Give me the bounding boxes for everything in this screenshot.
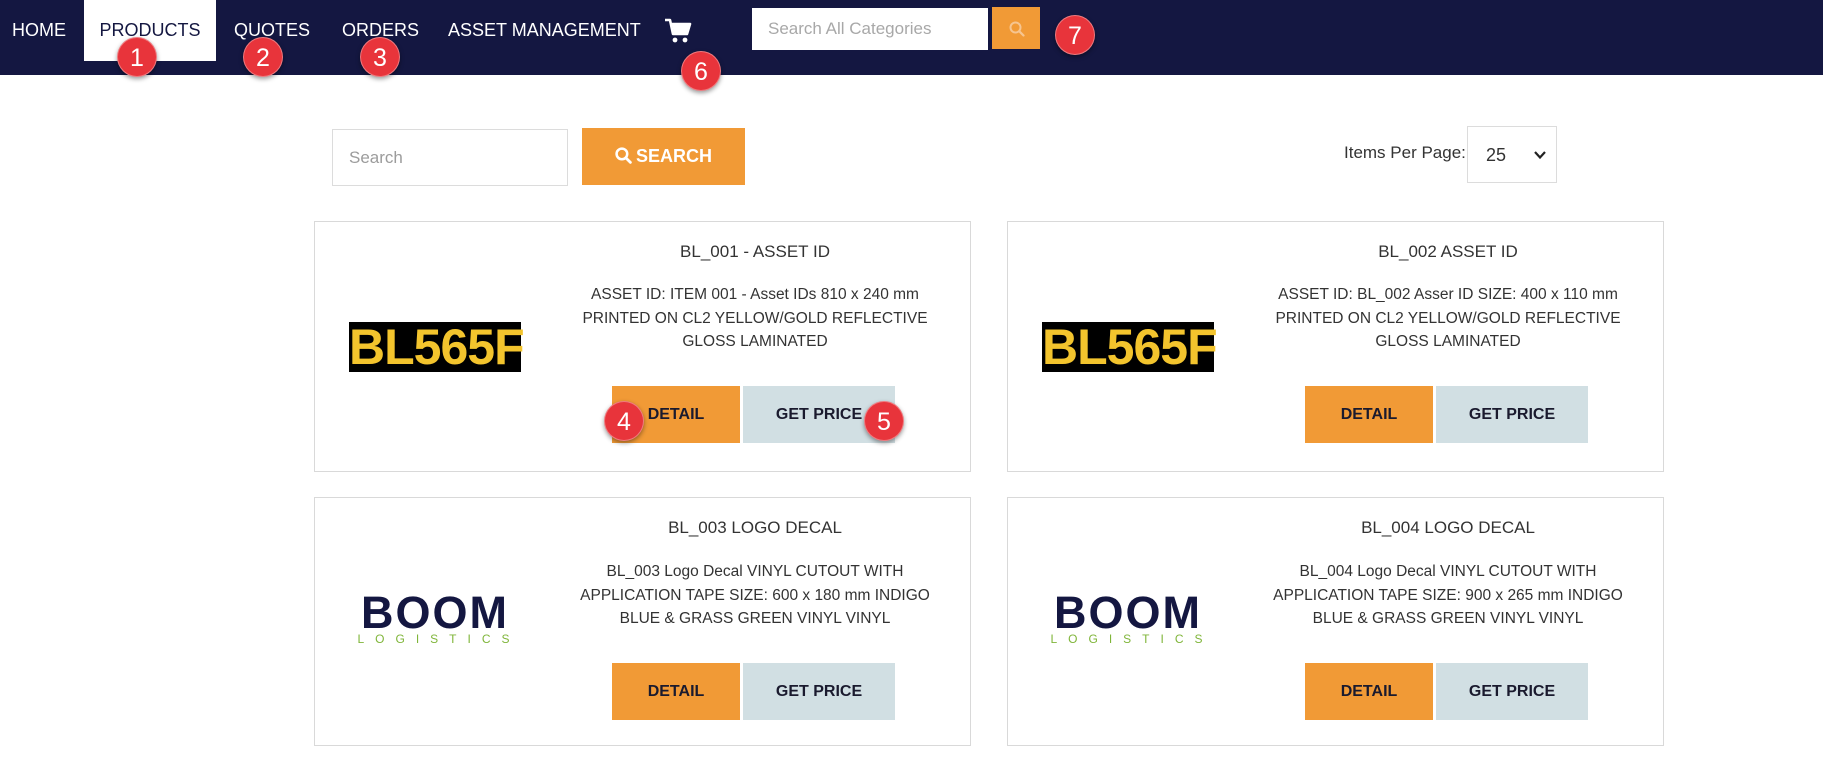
annotation-badge: 1 (117, 37, 157, 77)
product-description: ASSET ID: ITEM 001 - Asset IDs 810 x 240… (582, 286, 928, 350)
annotation-badge: 2 (243, 37, 283, 77)
search-button-label: SEARCH (635, 146, 712, 166)
product-description: ASSET ID: BL_002 Asser ID SIZE: 400 x 11… (1275, 286, 1621, 350)
product-title: BL_003 LOGO DECAL (668, 518, 842, 537)
plate-text: BL565F (1042, 319, 1218, 375)
product-image: BL565F (343, 316, 527, 378)
plate-text: BL565F (349, 319, 525, 375)
annotation-badge: 4 (604, 401, 644, 441)
nav-asset-management[interactable]: ASSET MANAGEMENT (448, 0, 641, 61)
search-icon (1009, 21, 1025, 37)
get-price-button[interactable]: GET PRICE (1436, 663, 1588, 720)
detail-button[interactable]: DETAIL (1305, 386, 1433, 443)
product-title: BL_001 - ASSET ID (680, 242, 830, 261)
items-per-page-select[interactable]: 25 (1467, 126, 1557, 183)
product-description: BL_004 Logo Decal VINYL CUTOUT WITH APPL… (1273, 563, 1623, 627)
annotation-badge: 5 (864, 401, 904, 441)
product-card: BL565F BL_002 ASSET ID ASSET ID: BL_002 … (1007, 221, 1664, 472)
product-image: BL565F (1036, 316, 1220, 378)
annotation-badge: 3 (360, 37, 400, 77)
detail-button[interactable]: DETAIL (1305, 663, 1433, 720)
get-price-button[interactable]: GET PRICE (743, 663, 895, 720)
annotation-badge: 7 (1055, 15, 1095, 55)
detail-button[interactable]: DETAIL (612, 663, 740, 720)
nav-home[interactable]: HOME (12, 0, 66, 61)
asset-plate-image: BL565F (1042, 319, 1218, 375)
boom-logo-text: BOOM (1054, 587, 1202, 638)
product-description: BL_003 Logo Decal VINYL CUTOUT WITH APPL… (580, 563, 930, 627)
product-title: BL_004 LOGO DECAL (1361, 518, 1535, 537)
items-per-page-label: Items Per Page: (1344, 143, 1466, 162)
search-icon (615, 147, 632, 164)
asset-plate-image: BL565F (349, 319, 525, 375)
product-title: BL_002 ASSET ID (1378, 242, 1518, 261)
chevron-down-icon (1534, 151, 1546, 160)
product-image: BOOM LOGISTICS (1036, 587, 1220, 654)
search-button[interactable]: SEARCH (582, 128, 745, 185)
items-per-page-value: 25 (1486, 145, 1507, 165)
global-search-input[interactable] (752, 8, 988, 50)
product-search-input[interactable] (332, 129, 568, 186)
annotation-badge: 6 (681, 51, 721, 91)
logistics-logo-text: LOGISTICS (357, 632, 521, 646)
global-search-button[interactable] (992, 7, 1040, 49)
shopping-cart-icon[interactable] (664, 18, 692, 44)
logistics-logo-text: LOGISTICS (1050, 632, 1214, 646)
product-card: BOOM LOGISTICS BL_003 LOGO DECAL BL_003 … (314, 497, 971, 746)
get-price-button[interactable]: GET PRICE (1436, 386, 1588, 443)
product-card: BOOM LOGISTICS BL_004 LOGO DECAL BL_004 … (1007, 497, 1664, 746)
product-image: BOOM LOGISTICS (343, 587, 527, 654)
boom-logo-text: BOOM (361, 587, 509, 638)
